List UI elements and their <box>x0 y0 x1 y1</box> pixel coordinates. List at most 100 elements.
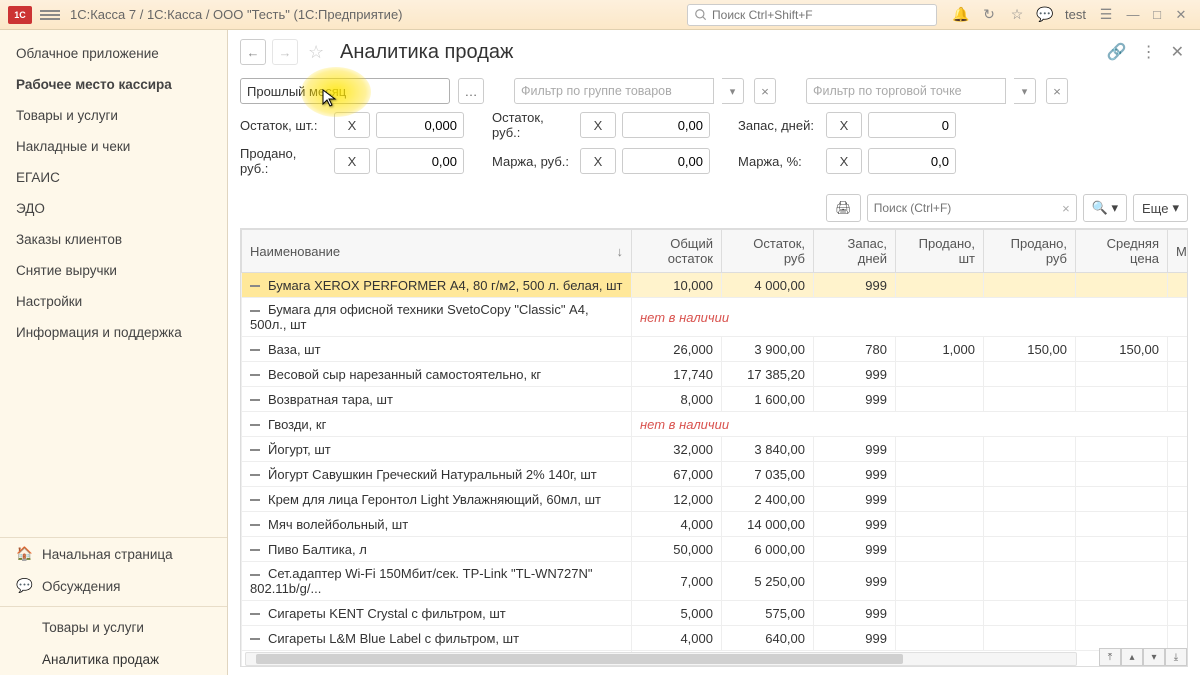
ostatok-sht-label: Остаток, шт.: <box>240 118 328 133</box>
hamburger-icon[interactable] <box>40 8 60 22</box>
filter-group-clear[interactable]: × <box>754 78 776 104</box>
horizontal-scrollbar[interactable] <box>245 652 1077 666</box>
back-button[interactable]: ← <box>240 39 266 65</box>
titlebar: 1C 1С:Касса 7 / 1С:Касса / ООО "Тесть" (… <box>0 0 1200 30</box>
sidebar-item[interactable]: Облачное приложение <box>0 38 227 69</box>
table-toolbar: 🖨 × 🔍 ▾ Еще ▾ <box>228 190 1200 228</box>
sidebar-open-item[interactable]: Товары и услуги <box>0 611 227 643</box>
marzha-rub-value[interactable] <box>622 148 710 174</box>
column-header[interactable]: Продано, руб <box>984 230 1076 273</box>
global-search[interactable] <box>687 4 937 26</box>
sidebar-item[interactable]: Товары и услуги <box>0 100 227 131</box>
table-row[interactable]: Весовой сыр нарезанный самостоятельно, к… <box>242 362 1188 387</box>
table-row[interactable]: Сет.адаптер Wi-Fi 150Мбит/сек. TP-Link "… <box>242 562 1188 601</box>
scroll-bottom-button[interactable]: ⤓ <box>1165 648 1187 666</box>
user-label[interactable]: test <box>1065 7 1086 22</box>
prodano-rub-x[interactable]: X <box>334 148 370 174</box>
nav-open-pages: 🏠Начальная страница💬Обсуждения Товары и у… <box>0 537 227 675</box>
table-row[interactable]: Йогурт, шт32,0003 840,00999 <box>242 437 1188 462</box>
search-icon <box>694 8 708 22</box>
sidebar-item[interactable]: Рабочее место кассира <box>0 69 227 100</box>
table-row[interactable]: Бумага XEROX PERFORMER А4, 80 г/м2, 500 … <box>242 273 1188 298</box>
sidebar-item[interactable]: Накладные и чеки <box>0 131 227 162</box>
page-title: Аналитика продаж <box>340 41 1097 64</box>
table-row[interactable]: Пиво Балтика, л50,0006 000,00999 <box>242 537 1188 562</box>
link-icon[interactable]: 🔗 <box>1103 38 1131 66</box>
zapas-x[interactable]: X <box>826 112 862 138</box>
chat-icon[interactable]: 💬 <box>1034 4 1056 26</box>
sidebar-open-item[interactable]: Аналитика продаж <box>0 643 227 675</box>
table-search[interactable]: × <box>867 194 1077 222</box>
sidebar-open-item[interactable]: 🏠Начальная страница <box>0 538 227 570</box>
ostatok-rub-label: Остаток, руб.: <box>492 110 574 140</box>
sidebar-item[interactable]: ЕГАИС <box>0 162 227 193</box>
star-icon[interactable]: ☆ <box>1006 4 1028 26</box>
forward-button[interactable]: → <box>272 39 298 65</box>
global-search-input[interactable] <box>712 8 930 22</box>
table-search-input[interactable] <box>874 201 1062 215</box>
marzha-rub-label: Маржа, руб.: <box>492 154 574 169</box>
table-row[interactable]: Крем для лица Геронтол Light Увлажняющий… <box>242 487 1188 512</box>
table-row[interactable]: Йогурт Савушкин Греческий Натуральный 2%… <box>242 462 1188 487</box>
close-button[interactable]: ✕ <box>1170 4 1192 26</box>
table-row[interactable]: Гвозди, кгнет в наличии <box>242 412 1188 437</box>
period-selector[interactable]: Прошлый месяц <box>240 78 450 104</box>
print-button[interactable]: 🖨 <box>826 194 861 222</box>
filter-point-select[interactable]: Фильтр по торговой точке <box>806 78 1006 104</box>
window-title: 1С:Касса 7 / 1С:Касса / ООО "Тесть" (1С:… <box>70 7 687 22</box>
content-area: ← → ☆ Аналитика продаж 🔗 ⋮ ✕ Прошлый мес… <box>228 30 1200 675</box>
filter-group-dropdown[interactable]: ▾ <box>722 78 744 104</box>
marzha-pct-x[interactable]: X <box>826 148 862 174</box>
table-row[interactable]: Возвратная тара, шт8,0001 600,00999 <box>242 387 1188 412</box>
period-value: Прошлый месяц <box>247 84 346 99</box>
scroll-up-button[interactable]: ▴ <box>1121 648 1143 666</box>
prodano-rub-label: Продано, руб.: <box>240 146 328 176</box>
chat-icon: 💬 <box>16 578 32 594</box>
home-icon: 🏠 <box>16 546 32 562</box>
sidebar-item[interactable]: Заказы клиентов <box>0 224 227 255</box>
prodano-rub-value[interactable] <box>376 148 464 174</box>
table-row[interactable]: Бумага для офисной техники SvetoCopy "Cl… <box>242 298 1188 337</box>
table-row[interactable]: Сигареты KENT Crystal с фильтром, шт5,00… <box>242 601 1188 626</box>
history-icon[interactable]: ↻ <box>978 4 1000 26</box>
more-icon[interactable]: ⋮ <box>1137 38 1161 66</box>
ostatok-rub-x[interactable]: X <box>580 112 616 138</box>
sidebar-item[interactable]: ЭДО <box>0 193 227 224</box>
favorite-star-icon[interactable]: ☆ <box>308 42 330 63</box>
maximize-button[interactable]: □ <box>1146 4 1168 26</box>
scroll-down-button[interactable]: ▾ <box>1143 648 1165 666</box>
scroll-top-button[interactable]: ⤒ <box>1099 648 1121 666</box>
filter-group-select[interactable]: Фильтр по группе товаров <box>514 78 714 104</box>
table-row[interactable]: Мяч волейбольный, шт4,00014 000,00999 <box>242 512 1188 537</box>
table-row[interactable]: Ваза, шт26,0003 900,007801,000150,00150,… <box>242 337 1188 362</box>
more-button[interactable]: Еще ▾ <box>1133 194 1188 222</box>
user-menu-icon[interactable]: ☰ <box>1095 4 1117 26</box>
column-header[interactable]: Продано, шт <box>896 230 984 273</box>
sidebar: Облачное приложениеРабочее место кассира… <box>0 30 228 675</box>
close-page-icon[interactable]: ✕ <box>1167 38 1188 66</box>
marzha-pct-value[interactable] <box>868 148 956 174</box>
ostatok-sht-value[interactable] <box>376 112 464 138</box>
ostatok-rub-value[interactable] <box>622 112 710 138</box>
column-header[interactable]: Средняя цена <box>1076 230 1168 273</box>
sidebar-item[interactable]: Снятие выручки <box>0 255 227 286</box>
sidebar-item[interactable]: Информация и поддержка <box>0 317 227 348</box>
marzha-rub-x[interactable]: X <box>580 148 616 174</box>
sidebar-item[interactable]: Настройки <box>0 286 227 317</box>
table-row[interactable]: Сигареты L&M Blue Label с фильтром, шт4,… <box>242 626 1188 651</box>
column-header[interactable]: Остаток, руб <box>722 230 814 273</box>
table-search-clear[interactable]: × <box>1062 201 1070 216</box>
column-header[interactable]: Наименование↓ <box>242 230 632 273</box>
filter-point-dropdown[interactable]: ▾ <box>1014 78 1036 104</box>
zapas-value[interactable] <box>868 112 956 138</box>
column-header[interactable]: Общий остаток <box>632 230 722 273</box>
ostatok-sht-x[interactable]: X <box>334 112 370 138</box>
search-button[interactable]: 🔍 ▾ <box>1083 194 1127 222</box>
app-logo: 1C <box>8 6 32 24</box>
sidebar-open-item[interactable]: 💬Обсуждения <box>0 570 227 602</box>
period-pick-button[interactable]: … <box>458 78 484 104</box>
filter-point-clear[interactable]: × <box>1046 78 1068 104</box>
minimize-button[interactable]: — <box>1122 4 1144 26</box>
bell-icon[interactable]: 🔔 <box>950 4 972 26</box>
column-header[interactable]: Запас, дней <box>814 230 896 273</box>
